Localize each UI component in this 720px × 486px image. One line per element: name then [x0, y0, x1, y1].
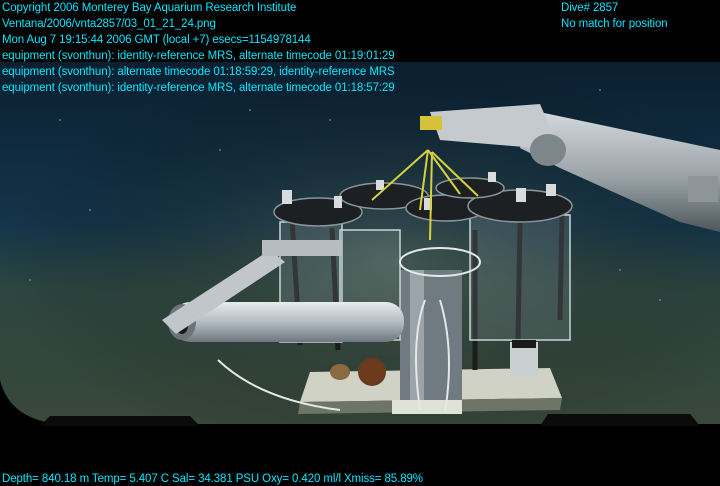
gear-wheel	[358, 358, 386, 386]
overlay-sensor-readout: Depth= 840.18 m Temp= 5.407 C Sal= 34.38…	[2, 473, 423, 485]
central-cylinder	[400, 270, 462, 400]
arm-bracket	[688, 176, 718, 202]
bottom-housing-left	[40, 416, 200, 426]
arm-jaw	[420, 116, 442, 130]
overlay-line-equipment-2: equipment (svonthun): alternate timecode…	[2, 66, 395, 78]
upper-strut	[262, 240, 342, 256]
right-canister-cap	[512, 340, 536, 348]
overlay-line-filename: Ventana/2006/vnta2857/03_01_21_24.png	[2, 18, 216, 30]
overlay-line-equipment-3: equipment (svonthun): identity-reference…	[2, 82, 395, 94]
overlay-dive-number: Dive# 2857	[561, 2, 619, 14]
rov-video-frame: Copyright 2006 Monterey Bay Aquarium Res…	[0, 0, 720, 486]
bottom-housing-right	[540, 414, 700, 426]
overlay-position-status: No match for position	[561, 18, 668, 30]
overlay-line-copyright: Copyright 2006 Monterey Bay Aquarium Res…	[2, 2, 297, 14]
overlay-header-left: Copyright 2006 Monterey Bay Aquarium Res…	[2, 0, 395, 96]
overlay-header-right: Dive# 2857 No match for position	[561, 0, 668, 32]
orange-float	[330, 364, 350, 380]
overlay-line-timestamp: Mon Aug 7 19:15:44 2006 GMT (local +7) e…	[2, 34, 311, 46]
overlay-line-equipment-1: equipment (svonthun): identity-reference…	[2, 50, 395, 62]
arm-joint	[530, 134, 566, 166]
base-foot	[392, 400, 462, 414]
